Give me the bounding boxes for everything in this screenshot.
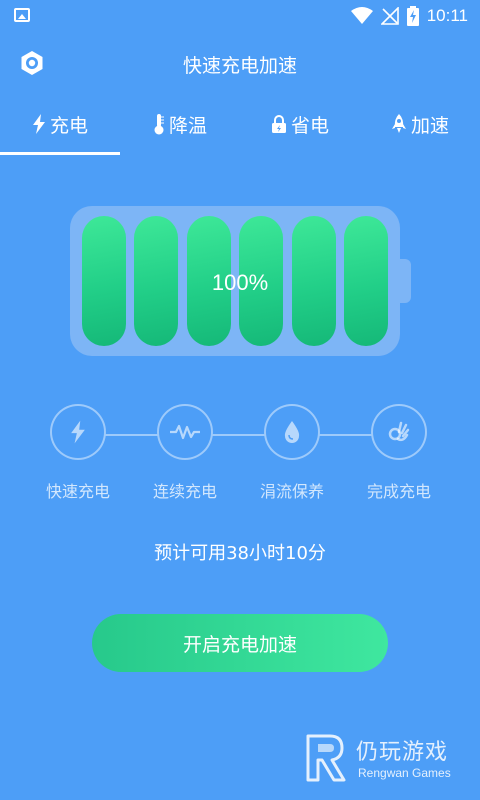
battery-charging-icon	[406, 6, 419, 26]
status-icons: 10:11	[350, 4, 468, 28]
step-charge-complete	[371, 404, 427, 460]
step-label: 涓流保养	[259, 482, 324, 501]
droplet-icon	[284, 421, 300, 443]
rengwan-logo-icon	[306, 734, 346, 782]
tab-power-saving[interactable]: 省电	[240, 100, 360, 148]
watermark-subtitle: Rengwan Games	[358, 766, 451, 780]
step-fast-charge	[50, 404, 106, 460]
battery-level-text: 100%	[211, 270, 269, 295]
status-bar: 10:11	[0, 0, 480, 32]
step-label: 完成充电	[366, 482, 431, 501]
image-notification-icon	[14, 8, 30, 22]
tab-boost[interactable]: 加速	[360, 100, 480, 148]
tab-cooling[interactable]: 降温	[120, 100, 240, 148]
steps-connector	[80, 434, 400, 436]
start-charge-boost-button[interactable]: 开启充电加速	[92, 614, 388, 672]
tab-bar: 充电 降温 省电 加速	[0, 100, 480, 156]
tab-label: 省电	[290, 114, 329, 137]
step-trickle-charge	[264, 404, 320, 460]
button-label: 开启充电加速	[182, 633, 297, 656]
step-continuous-charge	[157, 404, 213, 460]
ok-hand-icon	[388, 421, 410, 442]
page-title: 快速充电加速	[182, 55, 297, 77]
tab-charge[interactable]: 充电	[0, 100, 120, 148]
wifi-icon	[350, 7, 373, 24]
tab-label: 降温	[168, 114, 207, 137]
thermometer-icon	[154, 114, 164, 135]
app-header: 快速充电加速	[0, 40, 480, 86]
lock-icon	[271, 115, 286, 133]
tab-label: 加速	[410, 114, 449, 137]
rocket-icon	[391, 114, 406, 133]
bolt-icon	[71, 420, 85, 444]
active-tab-indicator	[0, 152, 120, 155]
estimated-usage-time: 预计可用38小时10分	[154, 543, 326, 564]
step-label: 连续充电	[152, 482, 217, 501]
watermark-logo: 仍玩游戏 Rengwan Games	[304, 730, 474, 786]
bolt-icon	[32, 114, 45, 134]
step-label: 快速充电	[45, 482, 110, 501]
pulse-icon	[170, 424, 200, 440]
status-time: 10:11	[426, 6, 468, 25]
watermark-name: 仍玩游戏	[356, 740, 449, 765]
no-signal-icon	[380, 7, 399, 25]
tab-label: 充电	[49, 114, 88, 137]
